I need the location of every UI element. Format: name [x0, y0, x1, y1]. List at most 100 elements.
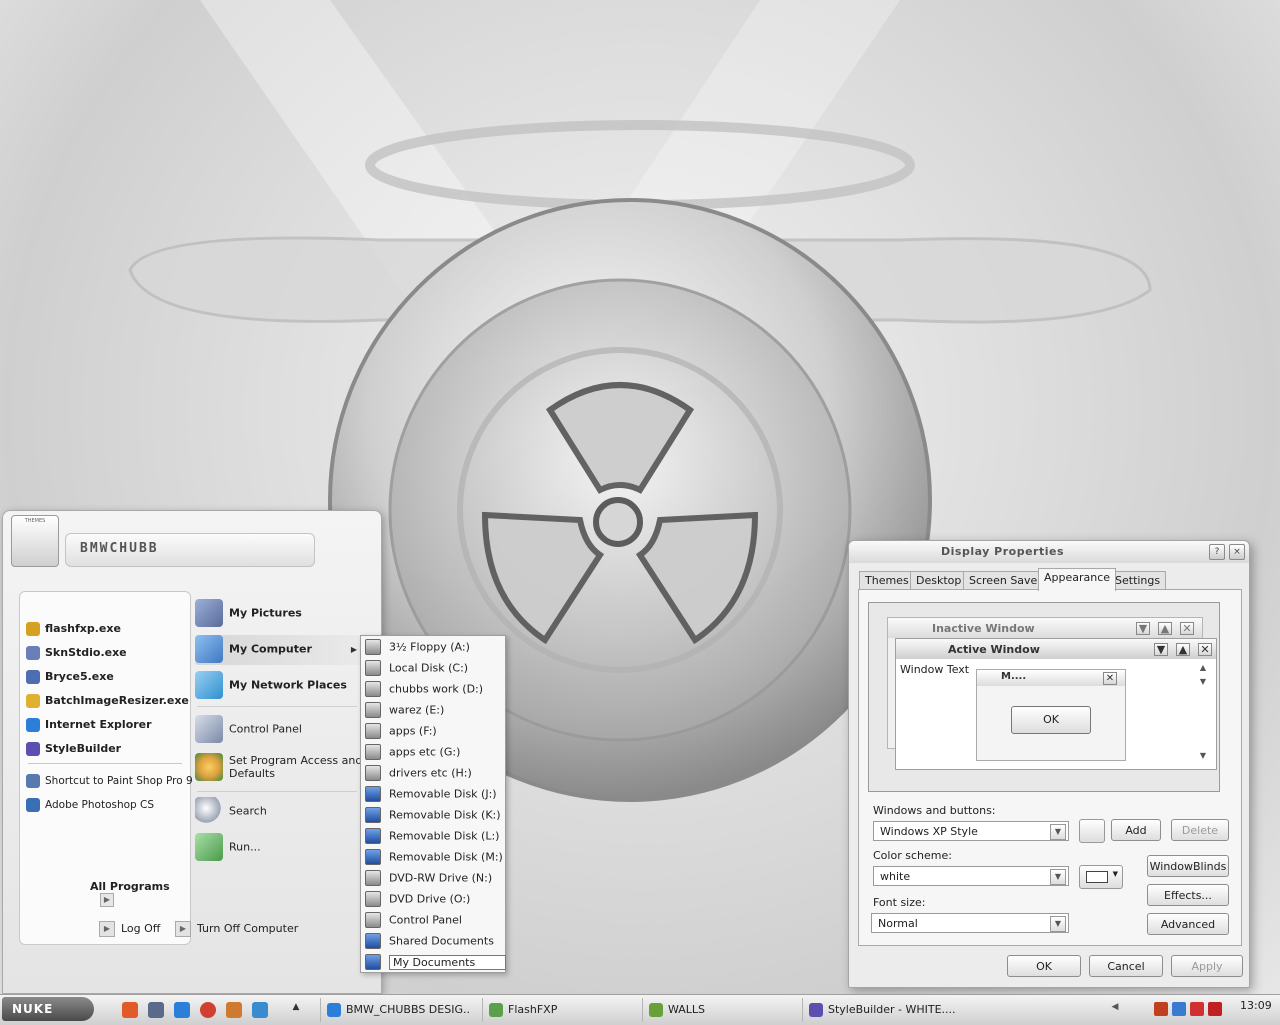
drive-item-chubbs-work-d[interactable]: chubbs work (D:) [361, 678, 505, 699]
folder-icon[interactable] [252, 1002, 268, 1018]
advanced-button[interactable]: Advanced [1147, 913, 1229, 935]
preview-window-text: Window Text [900, 663, 970, 676]
paint-shop-pro-icon [26, 774, 40, 788]
start-item-run[interactable]: Run... [195, 833, 261, 861]
stylebuilder-icon [26, 742, 40, 756]
color-scheme-label: Color scheme: [873, 849, 952, 862]
pinned-item-internet-explorer[interactable]: Internet Explorer [26, 715, 152, 735]
start-item-search[interactable]: Search [195, 797, 267, 825]
camera-icon[interactable] [148, 1002, 164, 1018]
taskbar: NUKE ▲ BMW_CHUBBS DESIG... FlashFXP WALL… [0, 994, 1280, 1025]
drive-item-label: Local Disk (C:) [389, 661, 469, 675]
log-off-label: Log Off [121, 922, 161, 935]
task-button-bmw-chubbs[interactable]: BMW_CHUBBS DESIG... [320, 998, 470, 1022]
drive-item-local-disk-c[interactable]: Local Disk (C:) [361, 657, 505, 678]
windows-buttons-select[interactable]: Windows XP Style ▼ [873, 821, 1069, 841]
chevron-down-icon: ▼ [1154, 643, 1168, 656]
start-item-set-program-access[interactable]: Set Program Access and Defaults [195, 753, 362, 781]
all-programs-button[interactable]: All Programs▶ [90, 880, 190, 907]
font-size-select[interactable]: Normal ▼ [871, 913, 1069, 933]
recent-item-paint-shop-pro[interactable]: Shortcut to Paint Shop Pro 9 [26, 771, 193, 791]
drive-item-apps-f[interactable]: apps (F:) [361, 720, 505, 741]
hard-disk-icon [365, 744, 381, 760]
tray-gmail-icon[interactable] [1208, 1002, 1222, 1016]
pinned-item-flashfxp[interactable]: flashfxp.exe [26, 619, 121, 639]
drive-item-control-panel[interactable]: Control Panel [361, 909, 505, 930]
message-title: M.... [1001, 671, 1027, 682]
drive-item-label: drivers etc (H:) [389, 766, 472, 780]
chevron-down-icon: ▼ [1050, 916, 1066, 932]
drive-item-dvd-o[interactable]: DVD Drive (O:) [361, 888, 505, 909]
drive-item-removable-j[interactable]: Removable Disk (J:) [361, 783, 505, 804]
tray-expand-icon[interactable]: ◀ [1108, 1002, 1122, 1016]
tab-settings[interactable]: Settings [1109, 571, 1167, 590]
drive-item-my-documents[interactable]: My Documents [361, 951, 507, 972]
pinned-item-bryce5[interactable]: Bryce5.exe [26, 667, 114, 687]
preview-scrollbar: ▲ ▼ ▼ [1198, 663, 1210, 763]
start-item-my-network-places[interactable]: My Network Places [195, 671, 347, 699]
tray-network-icon[interactable] [1172, 1002, 1186, 1016]
user-avatar[interactable]: THEMES [11, 515, 59, 567]
tab-desktop[interactable]: Desktop [910, 571, 968, 590]
cancel-button[interactable]: Cancel [1089, 955, 1163, 977]
task-button-flashfxp[interactable]: FlashFXP [482, 998, 632, 1022]
tab-themes[interactable]: Themes [859, 571, 915, 590]
control-panel-icon [365, 912, 381, 928]
add-button[interactable]: Add [1111, 819, 1161, 841]
tab-appearance[interactable]: Appearance [1038, 568, 1117, 591]
drive-item-drivers-etc-h[interactable]: drivers etc (H:) [361, 762, 505, 783]
pinned-item-batchimageresizer[interactable]: BatchImageResizer.exe [26, 691, 189, 711]
turn-off-button[interactable]: ▶ Turn Off Computer [175, 921, 298, 937]
skinstudio-icon [26, 646, 40, 660]
color-scheme-select[interactable]: white ▼ [873, 866, 1069, 886]
drive-item-shared-documents[interactable]: Shared Documents [361, 930, 505, 951]
drive-item-apps-etc-g[interactable]: apps etc (G:) [361, 741, 505, 762]
pinned-item-sknstdio[interactable]: SknStdio.exe [26, 643, 127, 663]
close-button[interactable]: × [1229, 544, 1245, 560]
tab-screen-saver[interactable]: Screen Saver [963, 571, 1048, 590]
pinned-item-label: flashfxp.exe [45, 622, 121, 635]
windowblinds-button[interactable]: WindowBlinds [1147, 855, 1229, 877]
recent-item-photoshop[interactable]: Adobe Photoshop CS [26, 795, 154, 815]
color-scheme-value: white [880, 870, 911, 883]
pinned-item-label: Bryce5.exe [45, 670, 114, 683]
task-button-label: WALLS [668, 1003, 706, 1016]
start-item-my-pictures[interactable]: My Pictures [195, 599, 302, 627]
drive-item-removable-l[interactable]: Removable Disk (L:) [361, 825, 505, 846]
pinned-item-stylebuilder[interactable]: StyleBuilder [26, 739, 121, 759]
drive-item-removable-m[interactable]: Removable Disk (M:) [361, 846, 505, 867]
theme-settings-button[interactable] [1079, 819, 1105, 843]
delete-button[interactable]: Delete [1171, 819, 1229, 841]
mail-icon[interactable] [122, 1002, 138, 1018]
clock[interactable]: 13:09 [1240, 999, 1272, 1012]
media-player-icon[interactable] [200, 1002, 216, 1018]
log-off-button[interactable]: ▶ Log Off [99, 921, 160, 937]
task-button-walls[interactable]: WALLS [642, 998, 792, 1022]
drive-item-label: DVD-RW Drive (N:) [389, 871, 493, 885]
drive-item-removable-k[interactable]: Removable Disk (K:) [361, 804, 505, 825]
stylebuilder-icon [809, 1003, 823, 1017]
paint-icon[interactable] [226, 1002, 242, 1018]
effects-button[interactable]: Effects... [1147, 884, 1229, 906]
help-button[interactable]: ? [1209, 544, 1225, 560]
tray-mail-icon[interactable] [1190, 1002, 1204, 1016]
start-button[interactable]: NUKE [2, 997, 94, 1021]
apply-button[interactable]: Apply [1171, 955, 1243, 977]
start-item-control-panel[interactable]: Control Panel [195, 715, 302, 743]
start-item-label: My Computer [229, 642, 312, 656]
dialog-title-bar[interactable]: Display Properties ? × [849, 541, 1249, 563]
task-button-stylebuilder[interactable]: StyleBuilder - WHITE.... [802, 998, 962, 1022]
dvd-drive-icon [365, 891, 381, 907]
internet-explorer-icon[interactable] [174, 1002, 190, 1018]
drive-item-warez-e[interactable]: warez (E:) [361, 699, 505, 720]
drive-item-label: Removable Disk (J:) [389, 787, 497, 801]
submenu-arrow-icon: ▶ [350, 645, 357, 654]
drive-item-dvd-rw-n[interactable]: DVD-RW Drive (N:) [361, 867, 505, 888]
ok-button[interactable]: OK [1007, 955, 1081, 977]
hard-disk-icon [365, 702, 381, 718]
color-picker-button[interactable]: ▼ [1079, 865, 1123, 889]
start-item-my-computer[interactable]: My Computer ▶ [195, 635, 361, 665]
tray-app-icon[interactable] [1154, 1002, 1168, 1016]
chevron-up-icon[interactable]: ▲ [288, 1002, 304, 1018]
drive-item-floppy-a[interactable]: 3½ Floppy (A:) [361, 636, 505, 657]
